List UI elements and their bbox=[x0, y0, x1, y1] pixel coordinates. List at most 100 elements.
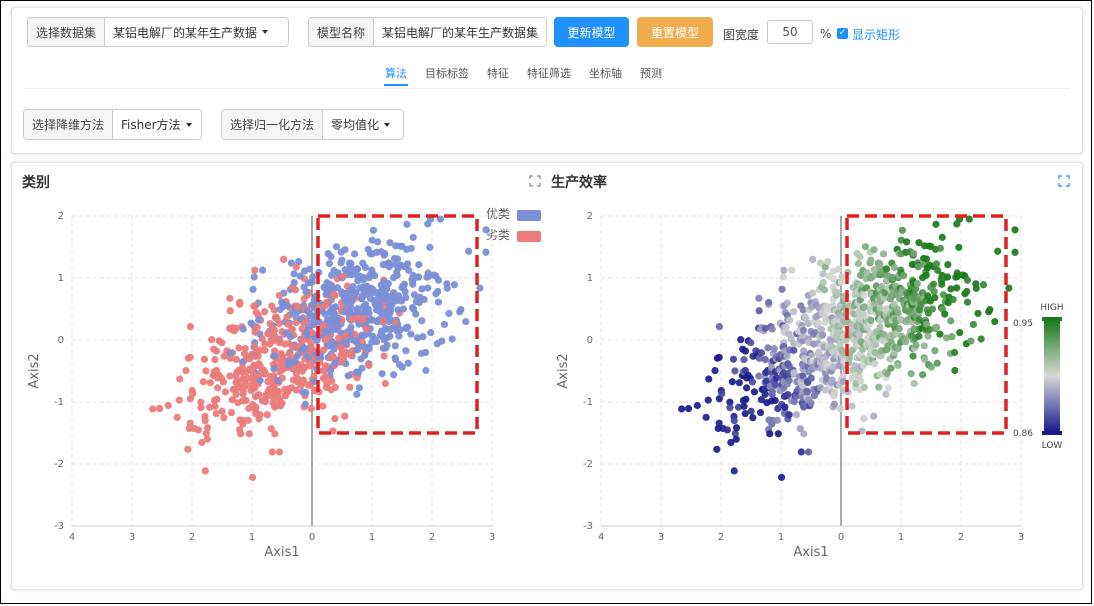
x-tick-label: 2 bbox=[429, 532, 435, 543]
data-point bbox=[730, 467, 738, 475]
normalize-method-value[interactable]: 零均值化 bbox=[323, 110, 399, 139]
data-point bbox=[787, 266, 796, 274]
data-point bbox=[749, 414, 757, 422]
data-point bbox=[295, 257, 303, 266]
model-name-input[interactable]: 某铝电解厂的某年生产数据集 bbox=[374, 18, 546, 46]
data-point bbox=[199, 378, 207, 386]
data-point bbox=[302, 328, 311, 337]
data-point bbox=[344, 372, 352, 380]
show-rect-label[interactable]: 显示矩形 bbox=[852, 26, 900, 43]
data-point bbox=[261, 346, 269, 354]
data-point bbox=[782, 323, 790, 331]
data-point bbox=[346, 351, 355, 359]
data-point bbox=[884, 384, 893, 392]
chart-width-label: 图宽度 bbox=[723, 28, 760, 42]
data-point bbox=[327, 341, 335, 349]
data-point bbox=[264, 392, 272, 400]
data-point bbox=[327, 315, 335, 323]
dataset-value[interactable]: 某铝电解厂的某年生产数据 bbox=[105, 18, 277, 46]
data-point bbox=[342, 332, 350, 340]
tab-target-label[interactable]: 目标标签 bbox=[416, 60, 478, 86]
x-axis-title: Axis1 bbox=[793, 545, 828, 560]
data-point bbox=[409, 233, 417, 241]
data-point bbox=[409, 305, 418, 313]
data-point bbox=[955, 243, 963, 251]
data-point bbox=[251, 342, 259, 351]
dataset-select[interactable]: 选择数据集 某铝电解厂的某年生产数据 bbox=[27, 17, 289, 47]
y-tick-label: 1 bbox=[58, 273, 64, 284]
dataset-value-text: 某铝电解厂的某年生产数据 bbox=[113, 25, 258, 40]
data-point bbox=[186, 323, 194, 331]
data-point bbox=[756, 408, 765, 417]
data-point bbox=[381, 295, 389, 303]
model-name-field[interactable]: 模型名称 某铝电解厂的某年生产数据集 bbox=[308, 17, 547, 47]
data-point bbox=[252, 308, 260, 317]
reduction-method-value[interactable]: Fisher方法 bbox=[113, 110, 200, 139]
data-point bbox=[386, 325, 394, 334]
data-point bbox=[221, 388, 230, 396]
data-point bbox=[728, 378, 736, 386]
data-point bbox=[239, 416, 248, 425]
data-point bbox=[915, 332, 923, 340]
data-point bbox=[894, 309, 902, 317]
tab-algorithm[interactable]: 算法 bbox=[376, 60, 416, 86]
data-point bbox=[379, 260, 387, 269]
normalize-method-select[interactable]: 选择归一化方法 零均值化 bbox=[221, 109, 404, 140]
data-point bbox=[305, 265, 314, 273]
data-point bbox=[373, 248, 381, 256]
data-point bbox=[271, 402, 279, 411]
data-point bbox=[482, 248, 490, 256]
tab-feature-selection[interactable]: 特征筛选 bbox=[518, 60, 580, 86]
data-point bbox=[362, 325, 370, 333]
show-rect-checkbox[interactable]: ✓ bbox=[837, 28, 848, 39]
data-point bbox=[434, 287, 442, 296]
tab-predict[interactable]: 预测 bbox=[631, 60, 671, 86]
data-point bbox=[251, 302, 259, 310]
data-point bbox=[879, 250, 888, 258]
data-point bbox=[1011, 226, 1019, 234]
expand-icon[interactable] bbox=[1058, 175, 1070, 187]
normalize-method-value-text: 零均值化 bbox=[331, 118, 380, 132]
data-point bbox=[155, 404, 164, 413]
update-model-button[interactable]: 更新模型 bbox=[554, 17, 629, 47]
data-point bbox=[266, 319, 274, 328]
model-name-label: 模型名称 bbox=[309, 18, 375, 46]
data-point bbox=[249, 371, 258, 379]
data-point bbox=[394, 264, 403, 272]
data-point bbox=[910, 379, 918, 388]
data-point bbox=[227, 408, 236, 417]
data-point bbox=[200, 355, 209, 363]
data-point bbox=[922, 271, 930, 279]
expand-icon[interactable] bbox=[529, 175, 541, 187]
data-point bbox=[409, 280, 417, 288]
x-tick-label: 1 bbox=[249, 532, 255, 543]
data-point bbox=[302, 388, 310, 397]
data-point bbox=[373, 317, 381, 326]
data-point bbox=[821, 286, 829, 294]
data-point bbox=[910, 249, 918, 258]
data-point bbox=[723, 426, 731, 434]
data-point bbox=[780, 266, 788, 274]
data-point bbox=[328, 377, 336, 385]
chart-width-input[interactable]: 50 bbox=[767, 20, 813, 44]
reduction-method-select[interactable]: 选择降维方法 Fisher方法 bbox=[23, 109, 202, 140]
data-point bbox=[807, 374, 815, 382]
y-axis-title: Axis2 bbox=[556, 353, 571, 388]
data-point bbox=[894, 361, 902, 370]
data-point bbox=[732, 424, 741, 432]
data-point bbox=[871, 359, 879, 368]
data-point bbox=[785, 411, 793, 419]
data-point bbox=[276, 338, 284, 347]
tab-axes[interactable]: 坐标轴 bbox=[580, 60, 631, 86]
y-tick-label: -3 bbox=[54, 521, 64, 532]
reset-model-button[interactable]: 重置模型 bbox=[637, 17, 713, 47]
tab-features[interactable]: 特征 bbox=[478, 60, 518, 86]
data-point bbox=[834, 265, 843, 273]
data-point bbox=[783, 352, 791, 360]
x-axis-title: Axis1 bbox=[264, 545, 299, 560]
data-point bbox=[352, 368, 361, 376]
data-point bbox=[391, 294, 399, 302]
data-point bbox=[394, 306, 402, 314]
data-point bbox=[900, 272, 908, 280]
data-point bbox=[331, 414, 339, 423]
